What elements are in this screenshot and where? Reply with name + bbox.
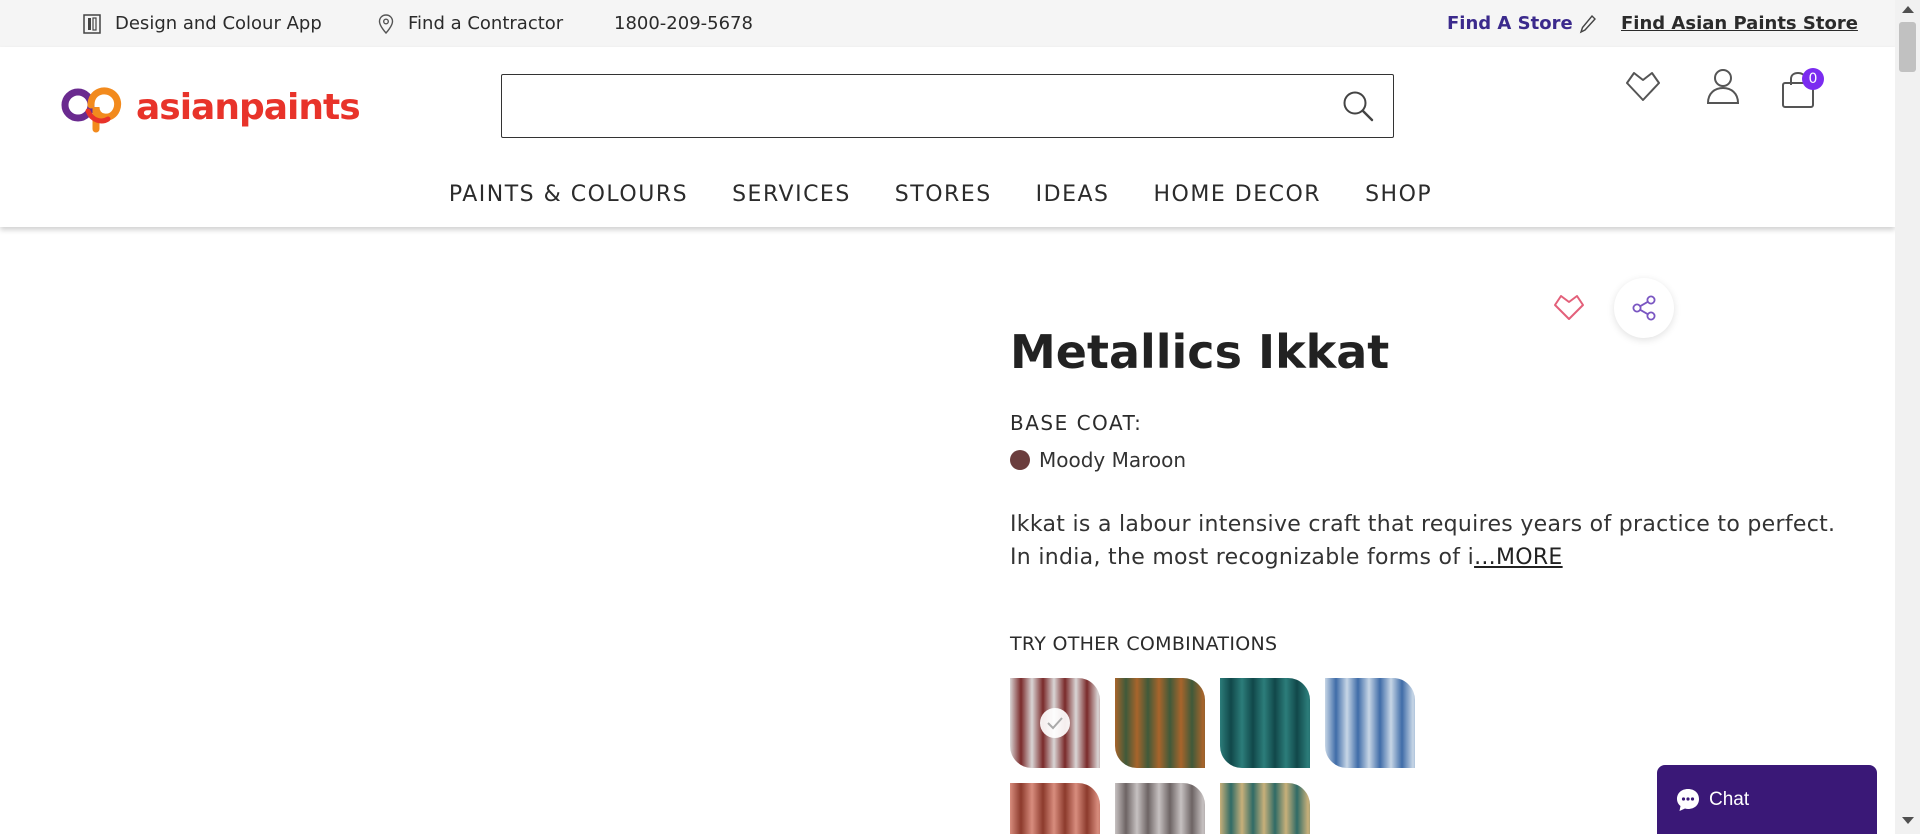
- base-coat-color-dot: [1010, 450, 1030, 470]
- nav-paints-colours[interactable]: PAINTS & COLOURS: [449, 175, 688, 215]
- nav-home-decor[interactable]: HOME DECOR: [1154, 175, 1322, 215]
- combination-swatch-blue-silver[interactable]: [1325, 678, 1415, 768]
- search-input[interactable]: [502, 75, 1302, 135]
- find-a-store-label: Find A Store: [1447, 13, 1573, 34]
- chat-button[interactable]: Chat: [1657, 765, 1877, 834]
- search-icon[interactable]: [1341, 89, 1375, 127]
- chat-bubble-icon: [1675, 787, 1701, 817]
- logo-wordmark: asianpaints: [136, 86, 361, 128]
- cart-count-badge: 0: [1802, 68, 1824, 90]
- user-account-icon[interactable]: [1706, 67, 1740, 109]
- selected-check-icon: [1040, 708, 1070, 738]
- site-header: asianpaints 0 PAINTS & COLOURS SERVICES …: [0, 47, 1895, 227]
- base-coat-label: BASE COAT:: [1010, 411, 1143, 435]
- share-icon: [1632, 295, 1656, 321]
- pencil-icon: [1579, 14, 1597, 34]
- combination-swatch-teal-dark[interactable]: [1220, 678, 1310, 768]
- combination-swatch-maroon-silver[interactable]: [1010, 678, 1100, 768]
- share-button[interactable]: [1614, 278, 1674, 338]
- nav-ideas[interactable]: IDEAS: [1036, 175, 1110, 215]
- top-utility-bar: Design and Colour App Find a Contractor …: [0, 0, 1895, 47]
- page-scrollbar[interactable]: [1895, 0, 1920, 834]
- brand-logo[interactable]: asianpaints: [58, 81, 361, 133]
- scroll-down-arrow-icon[interactable]: [1902, 817, 1914, 824]
- combination-swatch-sand-teal[interactable]: [1220, 783, 1310, 834]
- chat-label: Chat: [1709, 789, 1750, 810]
- combinations-heading: TRY OTHER COMBINATIONS: [1010, 633, 1278, 655]
- scroll-up-arrow-icon[interactable]: [1902, 6, 1914, 13]
- product-description: Ikkat is a labour intensive craft that r…: [1010, 508, 1860, 574]
- find-asian-paints-store-label: Find Asian Paints Store: [1621, 13, 1858, 34]
- wishlist-heart-icon[interactable]: [1624, 69, 1662, 107]
- find-asian-paints-store-link[interactable]: Find Asian Paints Store: [1621, 0, 1858, 47]
- location-pin-icon: [378, 13, 394, 34]
- read-more-link[interactable]: ...MORE: [1474, 545, 1563, 570]
- find-contractor-link[interactable]: Find a Contractor: [378, 0, 563, 47]
- main-navigation: PAINTS & COLOURS SERVICES STORES IDEAS H…: [0, 175, 1895, 215]
- phone-app-icon: [83, 13, 101, 34]
- nav-stores[interactable]: STORES: [895, 175, 992, 215]
- find-contractor-label: Find a Contractor: [408, 13, 564, 34]
- base-coat-value: Moody Maroon: [1010, 448, 1186, 472]
- phone-number-label: 1800-209-5678: [614, 13, 753, 34]
- product-title: Metallics Ikkat: [1010, 325, 1390, 379]
- nav-services[interactable]: SERVICES: [732, 175, 851, 215]
- nav-shop[interactable]: SHOP: [1365, 175, 1432, 215]
- scrollbar-thumb[interactable]: [1899, 22, 1916, 72]
- product-favorite-heart-icon[interactable]: [1552, 292, 1586, 326]
- find-a-store-link[interactable]: Find A Store: [1447, 0, 1597, 47]
- combination-swatch-grey-silver[interactable]: [1115, 783, 1205, 834]
- phone-number[interactable]: 1800-209-5678: [614, 0, 753, 47]
- combination-swatch-brown-green[interactable]: [1115, 678, 1205, 768]
- combination-swatch-terracotta[interactable]: [1010, 783, 1100, 834]
- search-bar[interactable]: [501, 74, 1394, 138]
- description-text: Ikkat is a labour intensive craft that r…: [1010, 512, 1836, 570]
- asianpaints-logo-mark: [61, 87, 122, 133]
- base-coat-name: Moody Maroon: [1039, 448, 1187, 472]
- design-app-label: Design and Colour App: [115, 13, 322, 34]
- design-app-link[interactable]: Design and Colour App: [83, 0, 322, 47]
